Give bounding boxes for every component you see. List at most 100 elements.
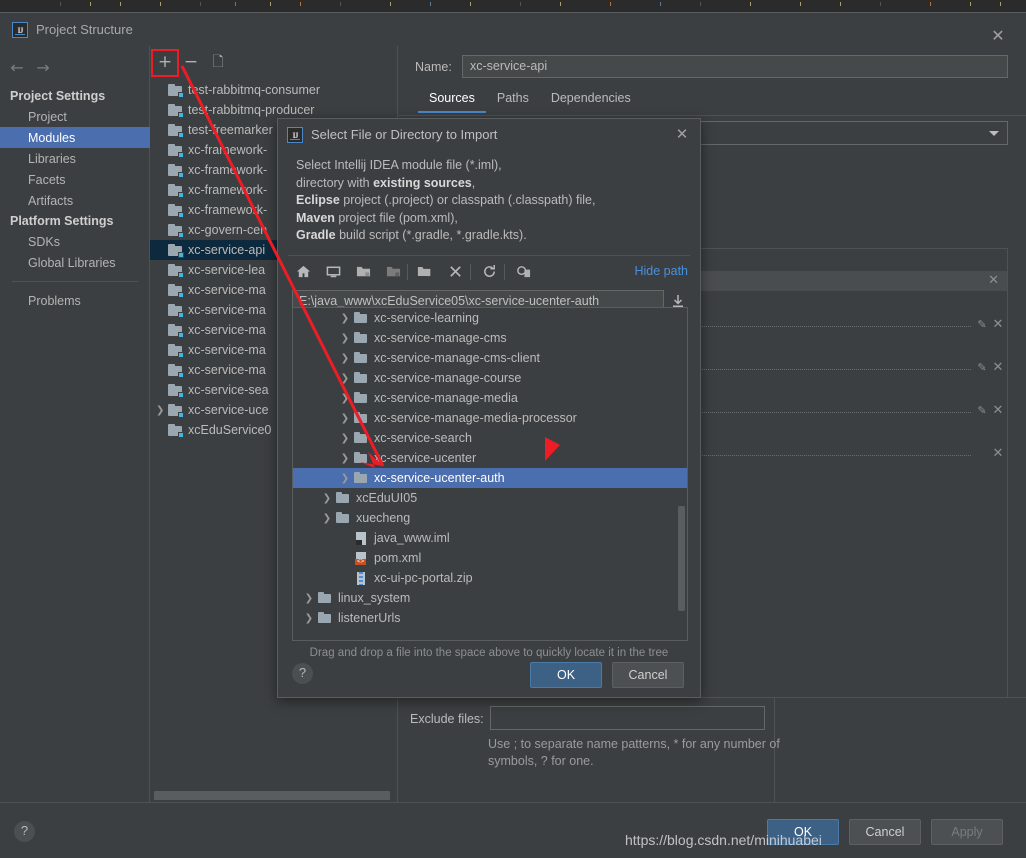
- chevron-right-icon[interactable]: ❯: [337, 313, 353, 324]
- sidebar-item-artifacts[interactable]: Artifacts: [0, 190, 150, 211]
- modules-toolbar: + − 🗋: [150, 46, 397, 80]
- file-tree-row[interactable]: ❯ xc-service-manage-media: [293, 388, 687, 408]
- module-name-input[interactable]: xc-service-api: [462, 55, 1008, 78]
- file-tree-row-label: java_www.iml: [374, 531, 450, 545]
- sidebar-item-project[interactable]: Project: [0, 106, 150, 127]
- chevron-right-icon[interactable]: ❯: [319, 513, 335, 524]
- ide-tick: [470, 2, 471, 6]
- edit-pencil-icon[interactable]: ✎: [975, 361, 989, 374]
- show-hidden-icon[interactable]: [512, 262, 534, 282]
- file-tree-row[interactable]: ❯ xc-service-manage-course: [293, 368, 687, 388]
- cancel-button[interactable]: Cancel: [849, 819, 921, 845]
- help-button[interactable]: ?: [14, 821, 35, 842]
- chevron-right-icon[interactable]: ❯: [337, 333, 353, 344]
- sidebar-item-libraries[interactable]: Libraries: [0, 148, 150, 169]
- close-icon[interactable]: ✕: [990, 28, 1006, 45]
- copy-module-icon[interactable]: 🗋: [207, 52, 229, 74]
- ide-tick: [930, 2, 931, 6]
- remove-folder-icon[interactable]: ✕: [989, 403, 1007, 418]
- file-tree-row[interactable]: ❯ xc-service-search: [293, 428, 687, 448]
- folder-icon: [317, 591, 333, 605]
- back-arrow-icon[interactable]: ←: [6, 58, 28, 78]
- chevron-right-icon[interactable]: ❯: [337, 413, 353, 424]
- import-toolbar: + Hide path: [278, 256, 700, 288]
- file-tree-row[interactable]: ❯ xcEduUI05: [293, 488, 687, 508]
- module-list-item[interactable]: test-rabbitmq-producer: [150, 100, 397, 120]
- sidebar-item-global-libraries[interactable]: Global Libraries: [0, 252, 150, 273]
- chevron-right-icon[interactable]: ❯: [337, 433, 353, 444]
- module-folder-icon: [168, 423, 184, 438]
- chevron-right-icon[interactable]: ❯: [337, 453, 353, 464]
- file-tree-row-label: xuecheng: [356, 511, 411, 525]
- file-tree-row[interactable]: ❯ xc-service-ucenter: [293, 448, 687, 468]
- remove-folder-icon[interactable]: ✕: [989, 360, 1007, 375]
- file-tree-row[interactable]: ❯ xc-service-manage-media-processor: [293, 408, 687, 428]
- file-tree[interactable]: ❯ xc-service-learning ❯ xc-service-manage-c…: [292, 307, 688, 641]
- file-tree-row[interactable]: ❯ linux_system: [293, 588, 687, 608]
- new-folder-icon[interactable]: +: [414, 262, 436, 282]
- close-icon[interactable]: ✕: [674, 127, 690, 143]
- import-help-button[interactable]: ?: [292, 663, 313, 684]
- module-folder-icon[interactable]: [382, 262, 404, 282]
- edit-pencil-icon[interactable]: ✎: [975, 404, 989, 417]
- sidebar-item-problems[interactable]: Problems: [0, 290, 150, 311]
- zip-file-icon: [353, 571, 369, 585]
- ide-tick: [430, 2, 431, 6]
- file-tree-row-label: linux_system: [338, 591, 411, 605]
- chevron-right-icon[interactable]: ❯: [319, 493, 335, 504]
- chevron-right-icon[interactable]: ❯: [337, 353, 353, 364]
- file-tree-row[interactable]: ❯ listenerUrls: [293, 608, 687, 628]
- module-list-item[interactable]: test-rabbitmq-consumer: [150, 80, 397, 100]
- modules-horizontal-scrollbar[interactable]: [154, 791, 390, 800]
- ok-button[interactable]: OK: [767, 819, 839, 845]
- sidebar-item-facets[interactable]: Facets: [0, 169, 150, 190]
- chevron-right-icon[interactable]: ❯: [301, 613, 317, 624]
- chevron-right-icon[interactable]: ❯: [301, 593, 317, 604]
- file-tree-row[interactable]: ❯ xc-service-learning: [293, 308, 687, 328]
- file-tree-row[interactable]: ❯ xc-service-manage-cms: [293, 328, 687, 348]
- file-tree-scrollbar[interactable]: [678, 506, 685, 611]
- import-cancel-button[interactable]: Cancel: [612, 662, 684, 688]
- intellij-logo-icon: IJ: [287, 127, 303, 143]
- delete-icon[interactable]: [444, 262, 466, 282]
- add-module-button[interactable]: +: [154, 52, 176, 74]
- home-icon[interactable]: [292, 262, 314, 282]
- chevron-right-icon[interactable]: ❯: [337, 373, 353, 384]
- refresh-icon[interactable]: [478, 262, 500, 282]
- sidebar-item-sdks[interactable]: SDKs: [0, 231, 150, 252]
- tab-dependencies[interactable]: Dependencies: [540, 88, 642, 111]
- remove-folder-icon[interactable]: ✕: [989, 317, 1007, 332]
- folder-icon: [353, 371, 369, 385]
- file-tree-row-label: listenerUrls: [338, 611, 401, 625]
- import-ok-button[interactable]: OK: [530, 662, 602, 688]
- table-row[interactable]: test-rabbitmq-producer: [150, 100, 397, 120]
- folder-icon: [353, 331, 369, 345]
- forward-arrow-icon[interactable]: →: [32, 58, 54, 78]
- hide-path-link[interactable]: Hide path: [634, 264, 688, 278]
- apply-button[interactable]: Apply: [931, 819, 1003, 845]
- table-row[interactable]: test-rabbitmq-consumer: [150, 80, 397, 100]
- import-dialog-title: Select File or Directory to Import: [311, 127, 498, 142]
- remove-module-button[interactable]: −: [180, 52, 202, 74]
- file-tree-row[interactable]: java_www.iml: [293, 528, 687, 548]
- desktop-icon[interactable]: [322, 262, 344, 282]
- tab-paths[interactable]: Paths: [486, 88, 540, 111]
- remove-folder-icon[interactable]: ✕: [989, 446, 1007, 461]
- tab-sources[interactable]: Sources: [418, 88, 486, 113]
- description-line: Select Intellij IDEA module file (*.iml)…: [296, 158, 502, 172]
- edit-pencil-icon[interactable]: ✎: [975, 318, 989, 331]
- file-tree-row[interactable]: ❯ xc-service-ucenter-auth: [293, 468, 687, 488]
- file-tree-row[interactable]: ❯ xc-service-manage-cms-client: [293, 348, 687, 368]
- chevron-right-icon[interactable]: ❯: [156, 405, 164, 416]
- file-tree-row[interactable]: <> pom.xml: [293, 548, 687, 568]
- chevron-right-icon[interactable]: ❯: [337, 393, 353, 404]
- module-list-item-label: xc-govern-cen: [188, 223, 268, 237]
- project-folder-icon[interactable]: [352, 262, 374, 282]
- file-tree-row[interactable]: ❯ xuecheng: [293, 508, 687, 528]
- sidebar-item-modules[interactable]: Modules: [0, 127, 150, 148]
- ide-tick: [270, 2, 271, 6]
- chevron-right-icon[interactable]: ❯: [337, 473, 353, 484]
- remove-content-root-icon[interactable]: ✕: [988, 274, 999, 287]
- exclude-files-input[interactable]: [490, 706, 765, 730]
- file-tree-row[interactable]: xc-ui-pc-portal.zip: [293, 568, 687, 588]
